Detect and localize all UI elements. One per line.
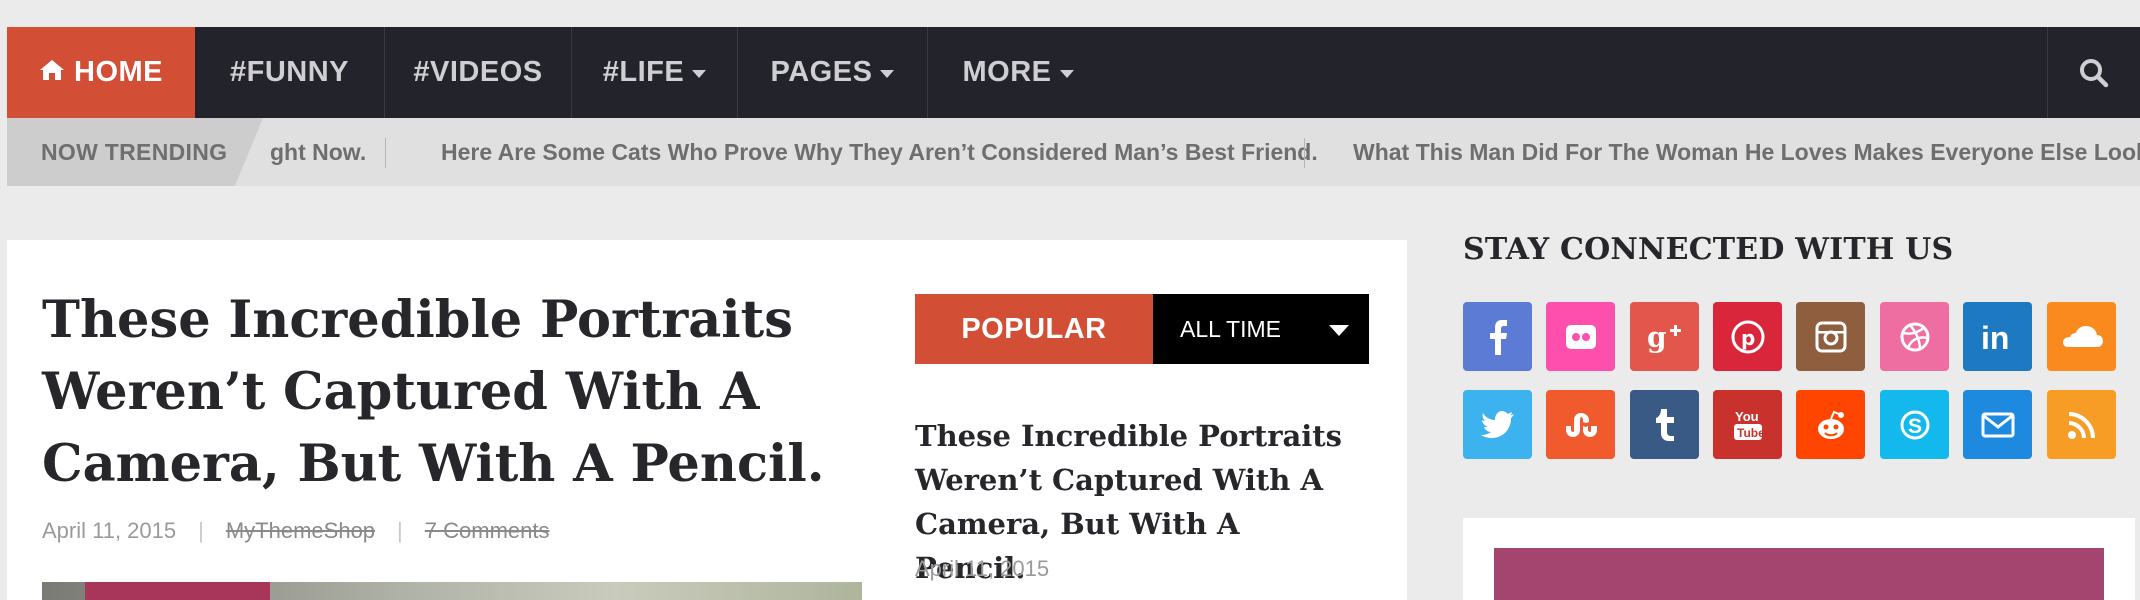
email-icon <box>1981 412 2014 437</box>
trending-item[interactable]: ght Now. <box>270 118 366 186</box>
meta-separator: | <box>198 518 204 543</box>
meta-separator: | <box>397 518 403 543</box>
svg-text:g: g <box>1647 321 1667 353</box>
chevron-down-icon <box>692 69 707 78</box>
article-date: April 11, 2015 <box>42 518 177 543</box>
main-navigation: HOME #FUNNY #VIDEOS #LIFE PAGES MORE <box>7 27 2140 118</box>
nav-more[interactable]: MORE <box>928 27 1108 118</box>
nav-more-label: MORE <box>962 56 1052 88</box>
linkedin-icon: in <box>1981 322 2009 352</box>
chevron-down-icon <box>1329 325 1349 336</box>
instagram-icon <box>1815 321 1846 352</box>
rss-button[interactable] <box>2047 390 2116 459</box>
nav-pages-label: PAGES <box>770 56 873 88</box>
instagram-button[interactable] <box>1796 302 1865 371</box>
google-plus-icon: g <box>1647 321 1681 353</box>
time-range-select[interactable]: ALL TIME <box>1153 294 1369 364</box>
reddit-icon <box>1817 410 1844 439</box>
pinterest-icon: p <box>1731 320 1764 353</box>
nav-home[interactable]: HOME <box>7 27 195 118</box>
dribbble-button[interactable] <box>1880 302 1949 371</box>
article-meta: April 11, 2015 | MyThemeShop | 7 Comment… <box>42 518 549 544</box>
trending-separator <box>385 138 386 168</box>
trending-item[interactable]: Here Are Some Cats Who Prove Why They Ar… <box>441 118 1318 186</box>
soundcloud-icon <box>2062 325 2103 347</box>
nav-funny-label: #FUNNY <box>229 56 349 88</box>
youtube-icon: You Tube <box>1733 409 1764 440</box>
article-comments[interactable]: 7 Comments <box>425 518 550 544</box>
email-button[interactable] <box>1963 390 2032 459</box>
nav-home-label: HOME <box>74 56 163 88</box>
soundcloud-button[interactable] <box>2047 302 2116 371</box>
main-content-card: These Incredible Portraits Weren’t Captu… <box>7 240 1407 600</box>
nav-videos-label: #VIDEOS <box>413 56 543 88</box>
tab-popular[interactable]: POPULAR <box>915 294 1153 364</box>
home-icon <box>39 56 65 89</box>
sidebar-widget-image[interactable] <box>1494 548 2104 600</box>
pinterest-button[interactable]: p <box>1713 302 1782 371</box>
twitter-button[interactable] <box>1463 390 1532 459</box>
sidebar-widget <box>1463 518 2135 600</box>
skype-icon: S <box>1900 410 1929 439</box>
search-button[interactable] <box>2047 27 2140 118</box>
linkedin-button[interactable]: in <box>1963 302 2032 371</box>
skype-button[interactable]: S <box>1880 390 1949 459</box>
trending-item[interactable]: What This Man Did For The Woman He Loves… <box>1353 118 2140 186</box>
facebook-button[interactable] <box>1463 302 1532 371</box>
svg-text:p: p <box>1741 326 1755 350</box>
trending-separator <box>1304 138 1305 168</box>
nav-life-label: #LIFE <box>602 56 685 88</box>
chevron-down-icon <box>880 69 895 78</box>
article-thumbnail[interactable] <box>42 582 862 600</box>
sidebar-heading: STAY CONNECTED WITH US <box>1463 232 1954 267</box>
twitter-icon <box>1480 410 1514 438</box>
nav-pages[interactable]: PAGES <box>738 27 928 118</box>
trending-label: NOW TRENDING <box>7 118 263 186</box>
svg-text:S: S <box>1908 415 1922 438</box>
flickr-button[interactable] <box>1546 302 1615 371</box>
facebook-icon <box>1489 319 1507 355</box>
article-author[interactable]: MyThemeShop <box>226 518 375 544</box>
tumblr-button[interactable] <box>1630 390 1699 459</box>
chevron-down-icon <box>1059 69 1074 78</box>
popular-post-date: April 11, 2015 <box>915 556 1050 581</box>
youtube-button[interactable]: You Tube <box>1713 390 1782 459</box>
svg-text:You: You <box>1735 409 1759 424</box>
reddit-button[interactable] <box>1796 390 1865 459</box>
svg-text:Tube: Tube <box>1737 426 1764 440</box>
google-plus-button[interactable]: g <box>1630 302 1699 371</box>
tumblr-icon <box>1655 408 1674 441</box>
stumbleupon-button[interactable] <box>1546 390 1615 459</box>
search-icon <box>2080 58 2109 87</box>
category-badge[interactable] <box>85 582 270 600</box>
dribbble-icon <box>1900 322 1929 351</box>
trending-ticker: NOW TRENDING ght Now. Here Are Some Cats… <box>7 118 2140 186</box>
nav-life[interactable]: #LIFE <box>572 27 738 118</box>
rss-icon <box>2067 411 2095 439</box>
time-range-value: ALL TIME <box>1180 315 1281 342</box>
nav-videos[interactable]: #VIDEOS <box>385 27 572 118</box>
flickr-icon <box>1565 324 1596 349</box>
nav-funny[interactable]: #FUNNY <box>195 27 385 118</box>
stumbleupon-icon <box>1565 412 1597 437</box>
article-title[interactable]: These Incredible Portraits Weren’t Captu… <box>42 284 872 500</box>
svg-text:in: in <box>1981 322 2009 352</box>
